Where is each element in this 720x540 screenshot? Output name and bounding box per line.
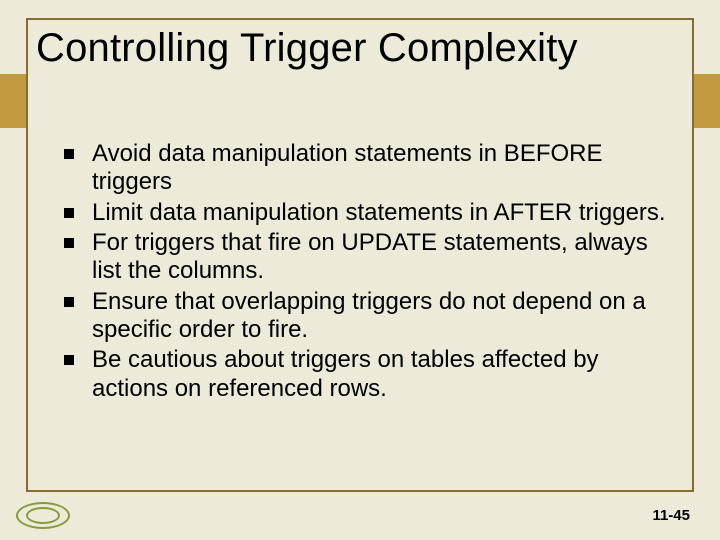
page-number: 11-45 (652, 507, 690, 524)
slide-title: Controlling Trigger Complexity (36, 26, 578, 71)
bullet-list: Avoid data manipulation statements in BE… (58, 140, 680, 405)
slide: Controlling Trigger Complexity Avoid dat… (0, 0, 720, 540)
list-item: Be cautious about triggers on tables aff… (58, 346, 680, 403)
list-item: Avoid data manipulation statements in BE… (58, 140, 680, 197)
bullet-text: Be cautious about triggers on tables aff… (92, 346, 599, 401)
bullet-text: Limit data manipulation statements in AF… (92, 199, 666, 226)
bullet-text: For triggers that fire on UPDATE stateme… (92, 229, 648, 284)
bullet-text: Ensure that overlapping triggers do not … (92, 288, 646, 343)
decorative-ellipse-icon (16, 498, 72, 530)
list-item: Limit data manipulation statements in AF… (58, 199, 680, 227)
list-item: Ensure that overlapping triggers do not … (58, 288, 680, 345)
list-item: For triggers that fire on UPDATE stateme… (58, 229, 680, 286)
bullet-text: Avoid data manipulation statements in BE… (92, 140, 603, 195)
